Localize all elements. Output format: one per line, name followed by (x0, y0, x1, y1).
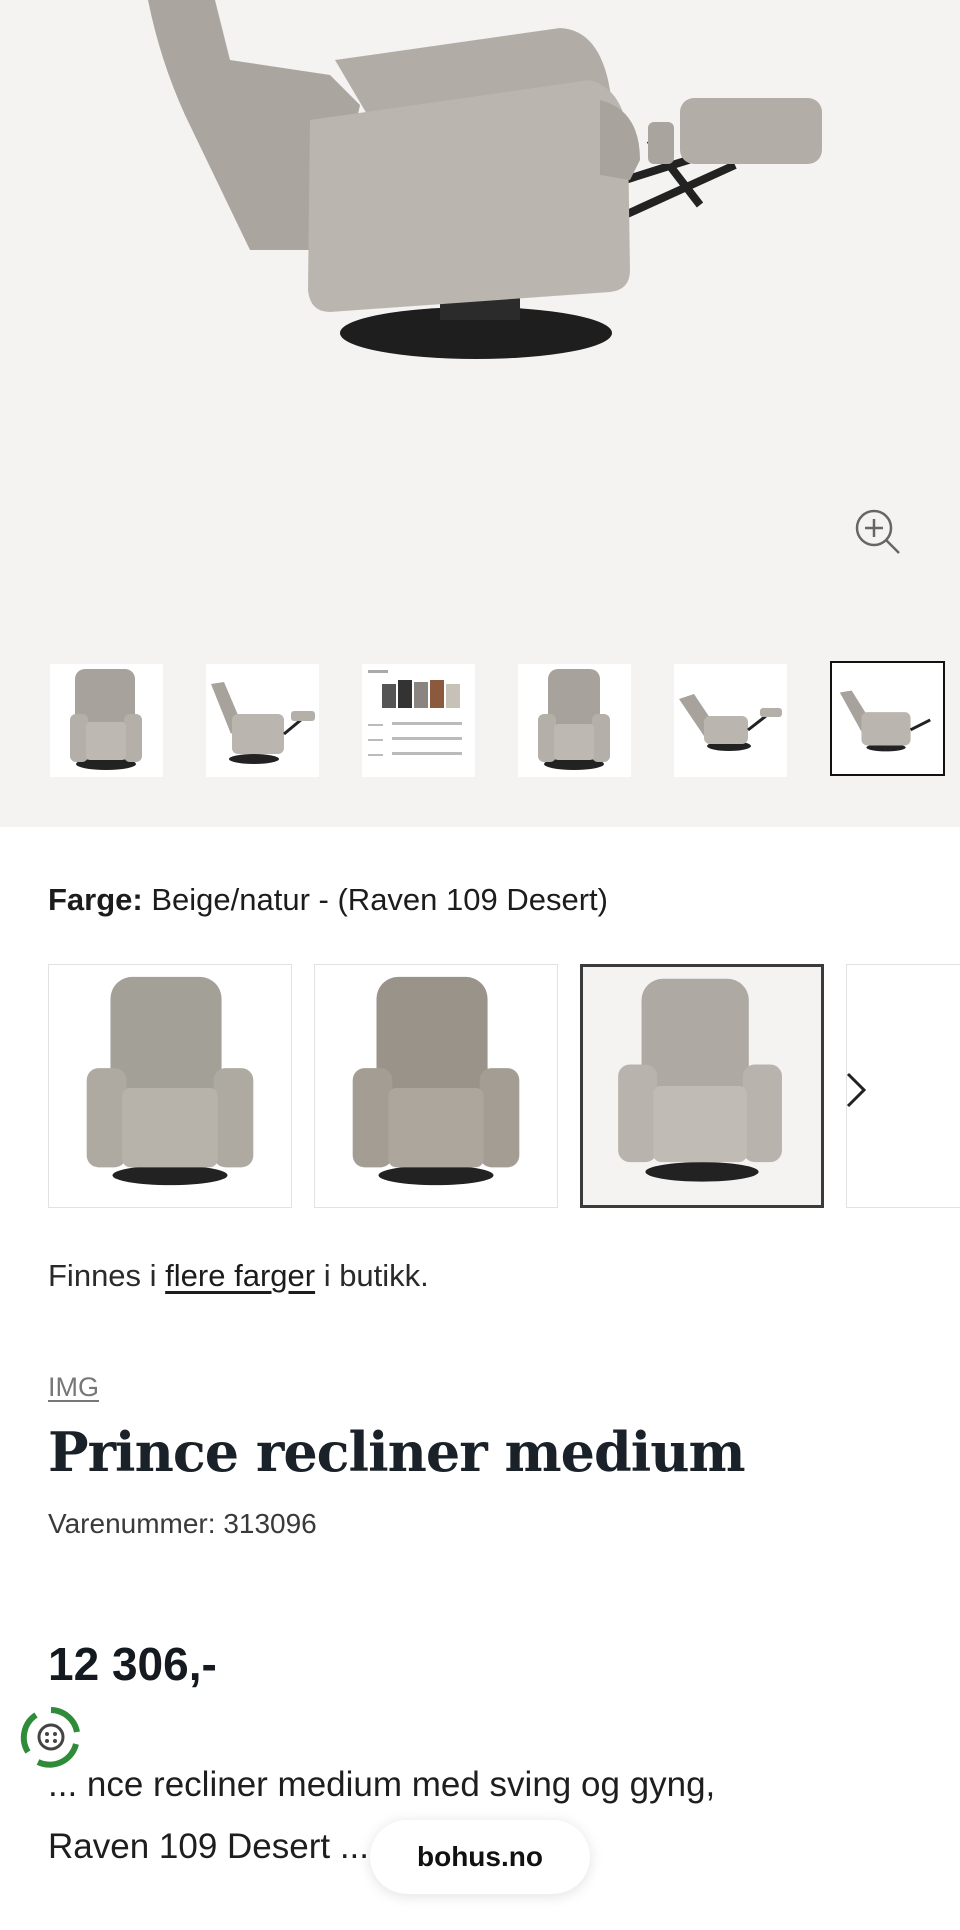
product-gallery (0, 0, 960, 827)
thumbnail-5[interactable] (674, 664, 787, 777)
recliner-swatch-icon (352, 976, 520, 1186)
more-colors-link[interactable]: flere farger (165, 1258, 315, 1293)
circular-economy-icon[interactable] (16, 1702, 86, 1772)
chevron-right-icon[interactable] (836, 1060, 876, 1120)
recliner-swatch-icon (86, 976, 254, 1186)
color-chart-icon (368, 670, 462, 756)
availability-note: Finnes i flere farger i butikk. (48, 1258, 429, 1294)
color-label: Farge: (48, 882, 143, 917)
product-price: 12 306,- (48, 1638, 217, 1690)
thumbnail-2[interactable] (206, 664, 319, 777)
recliner-swatch-icon (618, 978, 782, 1182)
recliner-thumbnail-icon (679, 694, 782, 751)
description-line-1: ... nce recliner medium med sving og gyn… (48, 1765, 716, 1804)
product-title: Prince recliner medium (48, 1420, 746, 1484)
color-selection: Farge: Beige/natur - (Raven 109 Desert) (48, 882, 608, 918)
brand-link[interactable]: IMG (48, 1372, 99, 1403)
product-hero-image[interactable] (0, 0, 960, 420)
availability-prefix: Finnes i (48, 1258, 166, 1293)
availability-suffix: i butikk. (315, 1258, 429, 1293)
recliner-thumbnail-icon (538, 669, 610, 770)
thumbnail-3[interactable] (362, 664, 475, 777)
thumbnail-6[interactable] (830, 661, 945, 776)
color-swatch-list (48, 964, 960, 1210)
product-sku: Varenummer: 313096 (48, 1508, 317, 1539)
color-swatch-3[interactable] (580, 964, 824, 1208)
color-swatch-2[interactable] (314, 964, 558, 1208)
color-value: Beige/natur - (Raven 109 Desert) (151, 882, 608, 917)
thumbnail-strip (0, 660, 960, 780)
recliner-thumbnail-icon (70, 669, 142, 770)
thumbnail-4[interactable] (518, 664, 631, 777)
recliner-thumbnail-icon (839, 690, 931, 752)
thumbnail-1[interactable] (50, 664, 163, 777)
color-swatch-1[interactable] (48, 964, 292, 1208)
site-label-pill[interactable]: bohus.no (370, 1820, 590, 1894)
zoom-in-icon[interactable] (853, 507, 903, 557)
recliner-thumbnail-icon (211, 682, 315, 764)
